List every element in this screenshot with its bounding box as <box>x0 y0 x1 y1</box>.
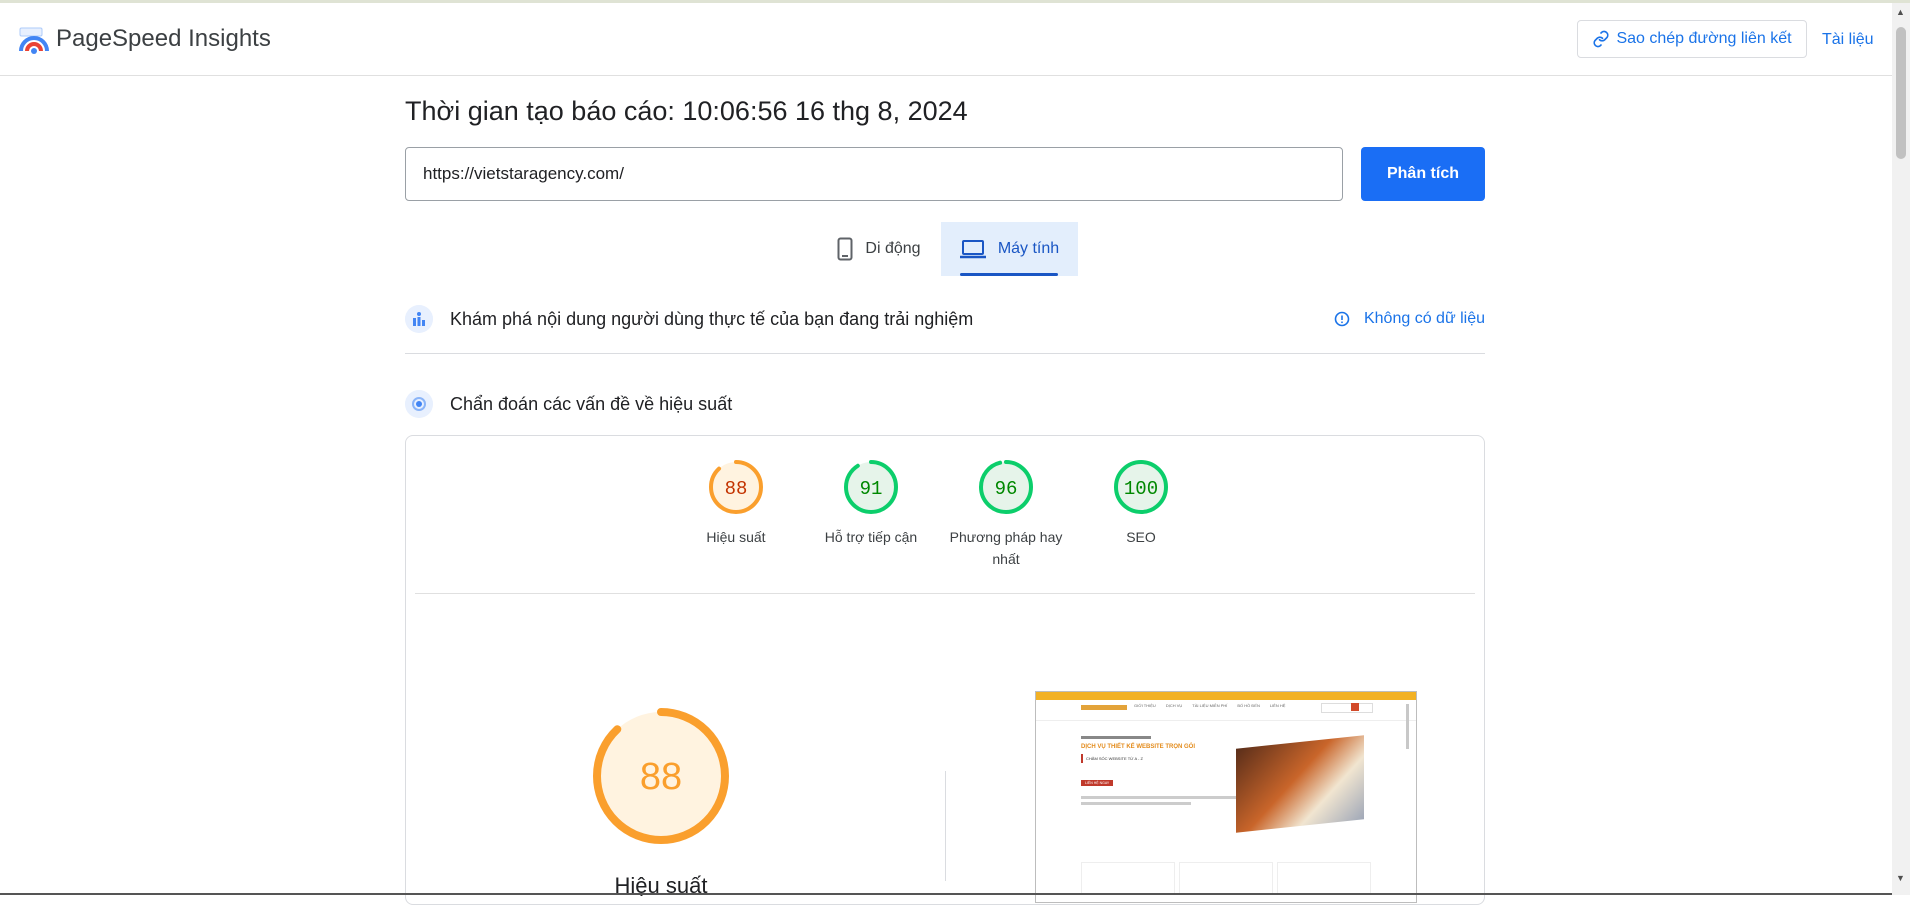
thumb-menu-item: LIÊN HỆ <box>1269 703 1286 708</box>
score-gauge-ring: 91 <box>844 460 898 514</box>
analyze-button[interactable]: Phân tích <box>1361 147 1485 201</box>
link-icon <box>1593 30 1609 48</box>
score-gauges: 88 Hiệu suất 91 Hỗ trợ tiếp cận 96 Phương phá… <box>406 458 1484 578</box>
thumb-feature-card-2 <box>1179 862 1273 894</box>
no-data-link[interactable]: Không có dữ liệu <box>1334 310 1485 328</box>
brand-name[interactable]: PageSpeed Insights <box>56 25 271 53</box>
scrollbar-thumb[interactable] <box>1896 27 1906 159</box>
laptop-icon <box>959 240 986 259</box>
score-label: Phương pháp hay nhất <box>949 529 1063 567</box>
tab-mobile-label: Di động <box>865 240 921 257</box>
score-gauge[interactable]: 88 Hiệu suất <box>676 458 796 548</box>
thumb-search-button <box>1351 703 1359 711</box>
score-label: SEO <box>1126 529 1156 545</box>
performance-label: Hiệu suất <box>614 873 708 898</box>
diagnose-gauge-icon <box>405 390 433 418</box>
scroll-down-arrow-icon[interactable]: ▼ <box>1896 873 1905 883</box>
score-gauge-ring: 88 <box>709 460 763 514</box>
score-gauge[interactable]: 91 Hỗ trợ tiếp cận <box>811 458 931 548</box>
thumb-search <box>1321 703 1373 713</box>
thumb-menu-item: GIỚI THIỆU <box>1134 703 1156 708</box>
thumb-feature-card-3 <box>1277 862 1371 894</box>
copy-link-label: Sao chép đường liên kết <box>1616 30 1792 47</box>
phone-icon <box>837 237 853 261</box>
url-input[interactable] <box>405 147 1343 201</box>
thumb-headline: DỊCH VỤ THIẾT KẾ WEBSITE TRỌN GÓI <box>1081 744 1196 750</box>
thumb-text-line-2 <box>1081 802 1191 805</box>
copy-link-button[interactable]: Sao chép đường liên kết <box>1577 20 1807 58</box>
score-value: 100 <box>1124 478 1158 500</box>
thumb-kicker <box>1081 736 1151 739</box>
card-divider <box>415 593 1475 594</box>
diagnose-section: Chẩn đoán các vấn đề về hiệu suất <box>405 388 1485 418</box>
performance-gauge[interactable]: 88 Hiệu suất <box>591 706 731 899</box>
users-chart-icon <box>405 305 433 333</box>
active-tab-indicator <box>960 273 1058 276</box>
info-icon <box>1334 311 1350 327</box>
scores-card: 88 Hiệu suất 91 Hỗ trợ tiếp cận 96 Phương phá… <box>405 435 1485 905</box>
performance-score-value: 88 <box>640 756 682 798</box>
score-label: Hỗ trợ tiếp cận <box>824 529 918 545</box>
score-value: 88 <box>725 478 748 500</box>
thumb-topbar <box>1036 692 1416 700</box>
score-gauge[interactable]: 100 SEO <box>1081 458 1201 548</box>
thumb-logo <box>1081 705 1127 710</box>
score-value: 91 <box>860 478 883 500</box>
thumb-bar <box>1081 754 1083 763</box>
thumb-menu-item: BỐ HỒ ĐẾN <box>1237 703 1260 708</box>
tab-desktop[interactable]: Máy tính <box>941 222 1078 276</box>
page-screenshot-thumbnail: GIỚI THIỆU DỊCH VỤ TÀI LIỆU MIỄN PHÍ BỐ HỒ … <box>1035 691 1417 903</box>
crux-section: Khám phá nội dung người dùng thực tế của… <box>405 303 1485 354</box>
pagespeed-logo-icon <box>19 27 49 54</box>
vertical-divider <box>945 771 946 881</box>
diagnose-title: Chẩn đoán các vấn đề về hiệu suất <box>450 394 733 414</box>
thumb-text-line-1 <box>1081 796 1241 799</box>
thumb-scrollbar <box>1406 704 1409 749</box>
vertical-scrollbar[interactable]: ▲ ▼ <box>1892 3 1910 895</box>
scroll-up-arrow-icon[interactable]: ▲ <box>1896 7 1905 17</box>
thumb-menu: GIỚI THIỆU DỊCH VỤ TÀI LIỆU MIỄN PHÍ BỐ HỒ … <box>1134 703 1285 708</box>
score-value: 96 <box>995 478 1018 500</box>
score-gauge-ring: 100 <box>1114 460 1168 514</box>
thumb-feature-card-1 <box>1081 862 1175 894</box>
thumb-menu-item: TÀI LIỆU MIỄN PHÍ <box>1192 703 1228 708</box>
thumb-hero-image <box>1236 735 1364 833</box>
thumb-subheadline: CHĂM SÓC WEBSITE TỪ A - Z <box>1086 756 1143 761</box>
tab-mobile[interactable]: Di động <box>818 222 940 276</box>
thumb-menu-item: DỊCH VỤ <box>1165 703 1183 708</box>
score-gauge-ring: 96 <box>979 460 1033 514</box>
thumb-cta: LIÊN HỆ NGAY <box>1081 780 1114 786</box>
top-header: PageSpeed Insights Sao chép đường liên k… <box>0 3 1892 76</box>
score-gauge[interactable]: 96 Phương pháp hay nhất <box>946 458 1066 570</box>
docs-link[interactable]: Tài liệu <box>1822 31 1874 49</box>
report-time-heading: Thời gian tạo báo cáo: 10:06:56 16 thg 8… <box>405 96 968 126</box>
score-label: Hiệu suất <box>706 529 766 545</box>
thumb-nav: GIỚI THIỆU DỊCH VỤ TÀI LIỆU MIỄN PHÍ BỐ HỒ … <box>1036 700 1416 721</box>
tab-desktop-label: Máy tính <box>997 240 1060 257</box>
performance-gauge-ring: 88 <box>593 708 729 844</box>
no-data-label: Không có dữ liệu <box>1363 310 1485 327</box>
crux-title: Khám phá nội dung người dùng thực tế của… <box>450 309 974 329</box>
